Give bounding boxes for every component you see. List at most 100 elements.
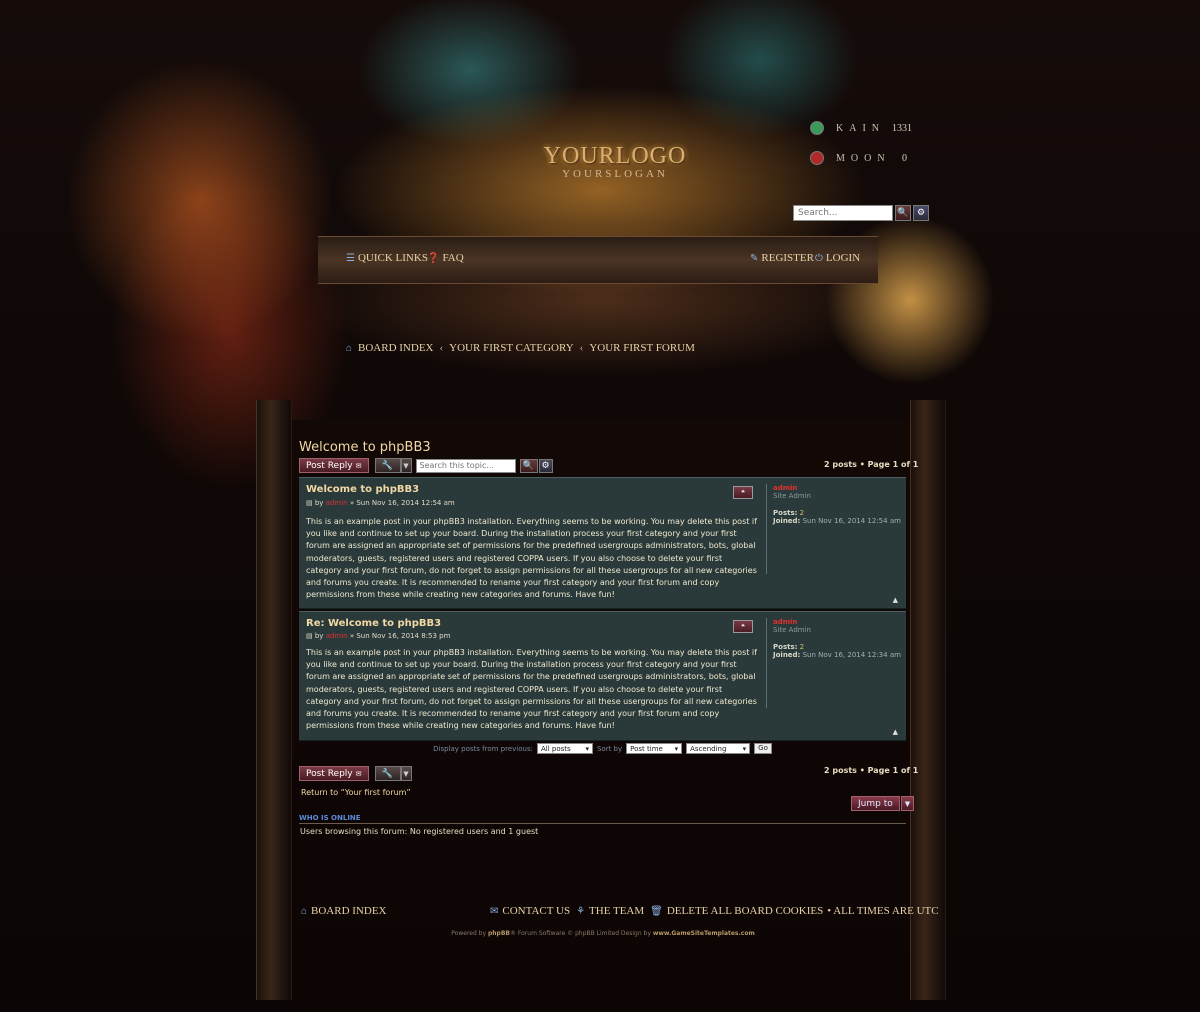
post-meta: ▤ by admin » Sun Nov 16, 2014 12:54 am xyxy=(306,499,455,507)
post-body: This is an example post in your phpBB3 i… xyxy=(306,648,757,731)
logo-slogan: YOURSLOGAN xyxy=(562,168,668,180)
server-status-kain: KAIN 1331 xyxy=(810,121,912,135)
server-name: MOON xyxy=(836,152,891,164)
server-offline-icon xyxy=(810,151,824,165)
reply-icon: ✉ xyxy=(355,769,362,778)
who-is-online-heading[interactable]: WHO IS ONLINE xyxy=(299,814,906,824)
breadcrumb: ⌂ BOARD INDEX ‹ YOUR FIRST CATEGORY ‹ YO… xyxy=(346,342,695,354)
post-profile: admin Site Admin Posts: 2 Joined: Sun No… xyxy=(766,484,901,574)
chevron-left-icon: ‹ xyxy=(579,342,584,354)
post-1: Welcome to phpBB3 ▤ by admin » Sun Nov 1… xyxy=(299,477,906,609)
gamesitetemplates-link[interactable]: www.GameSiteTemplates.com xyxy=(653,930,755,937)
post-icon: ▤ xyxy=(306,499,313,507)
trash-icon: 🗑 xyxy=(650,905,663,917)
footer-credits: Powered by phpBB® Forum Software © phpBB… xyxy=(451,930,755,937)
sort-by-select[interactable]: Post time ▾ xyxy=(626,743,683,754)
topic-title[interactable]: Welcome to phpBB3 xyxy=(299,440,431,455)
topic-tools-button[interactable]: 🔧 xyxy=(374,766,401,781)
magnifier-icon[interactable]: 🔍 xyxy=(519,458,538,473)
the-team-link[interactable]: THE TEAM xyxy=(589,905,644,917)
register-label: REGISTER xyxy=(761,252,814,264)
footer-board-index[interactable]: ⌂ BOARD INDEX xyxy=(301,905,387,917)
back-to-top-icon[interactable]: ▲ xyxy=(893,596,898,604)
quick-links-label: QUICK LINKS xyxy=(357,252,428,264)
post-body: This is an example post in your phpBB3 i… xyxy=(306,517,757,600)
team-icon: ⚘ xyxy=(576,905,586,917)
post-profile: admin Site Admin Posts: 2 Joined: Sun No… xyxy=(766,618,901,708)
power-icon: ⏻ xyxy=(815,252,823,264)
post-reply-button[interactable]: Post Reply ✉ xyxy=(299,766,369,781)
post-reply-button[interactable]: Post Reply ✉ xyxy=(299,458,369,473)
register-link[interactable]: ✎ REGISTER xyxy=(750,252,814,264)
site-logo[interactable]: YOURLOGO YOURSLOGAN xyxy=(540,143,690,180)
post-reply-label: Post Reply xyxy=(306,768,353,779)
action-bar-top: Post Reply ✉ 🔧 ▼ 🔍 ⚙ xyxy=(299,458,553,473)
return-to-forum-link[interactable]: Return to “Your first forum” xyxy=(301,788,411,797)
sort-by-label: Sort by xyxy=(596,744,623,753)
chevron-down-icon: ▼ xyxy=(900,796,915,811)
chevron-down-icon[interactable]: ▼ xyxy=(400,766,412,781)
reply-icon: ✉ xyxy=(355,461,362,470)
post-by: by xyxy=(314,632,324,640)
profile-joined: Joined: Sun Nov 16, 2014 12:34 am xyxy=(773,651,901,659)
header-search: 🔍 ⚙ xyxy=(793,205,929,221)
profile-joined: Joined: Sun Nov 16, 2014 12:54 am xyxy=(773,517,901,525)
delete-cookies-link[interactable]: DELETE ALL BOARD COOKIES xyxy=(667,905,823,917)
server-count: 1331 xyxy=(892,122,912,134)
post-reply-label: Post Reply xyxy=(306,460,353,471)
logo-text: YOURLOGO xyxy=(543,143,687,169)
who-is-online-text: Users browsing this forum: No registered… xyxy=(300,827,539,836)
search-input[interactable] xyxy=(793,205,893,221)
display-posts-select[interactable]: All posts ▾ xyxy=(536,743,593,754)
pagination-top: 2 posts • Page 1 of 1 xyxy=(824,460,919,469)
magnifier-icon[interactable]: 🔍 xyxy=(895,205,911,221)
server-online-icon xyxy=(810,121,824,135)
faq-label: FAQ xyxy=(442,252,464,264)
action-bar-bottom: Post Reply ✉ 🔧 ▼ xyxy=(299,766,412,781)
quote-button[interactable]: ❝ xyxy=(733,620,753,633)
gear-icon[interactable]: ⚙ xyxy=(538,458,553,473)
timezone-text: • ALL TIMES ARE UTC xyxy=(827,905,939,917)
post-title[interactable]: Welcome to phpBB3 xyxy=(306,484,419,495)
login-label: LOGIN xyxy=(825,252,861,264)
post-author[interactable]: admin xyxy=(326,632,348,640)
sort-order-select[interactable]: Ascending ▾ xyxy=(686,743,751,754)
topic-tools-button[interactable]: 🔧 xyxy=(374,458,401,473)
sort-options: Display posts from previous: All posts ▾ … xyxy=(299,743,906,754)
post-icon: ▤ xyxy=(306,632,313,640)
breadcrumb-category[interactable]: YOUR FIRST CATEGORY xyxy=(449,342,574,354)
jump-to-menu[interactable]: Jump to ▼ xyxy=(851,796,915,811)
sort-go-button[interactable]: Go xyxy=(754,743,772,754)
profile-username[interactable]: admin xyxy=(773,618,901,626)
profile-posts: Posts: 2 xyxy=(773,509,805,517)
topic-search-input[interactable] xyxy=(415,458,516,473)
hamburger-icon: ☰ xyxy=(346,252,355,264)
left-pillar xyxy=(256,400,292,1000)
gear-icon[interactable]: ⚙ xyxy=(913,205,929,221)
back-to-top-icon[interactable]: ▲ xyxy=(893,728,898,736)
server-count: 0 xyxy=(902,152,907,164)
faq-link[interactable]: ❓ FAQ xyxy=(427,252,464,264)
pencil-icon: ✎ xyxy=(750,252,759,264)
quick-links-menu[interactable]: ☰ QUICK LINKS xyxy=(346,252,428,264)
post-title[interactable]: Re: Welcome to phpBB3 xyxy=(306,618,441,629)
post-by: by xyxy=(314,499,324,507)
profile-username[interactable]: admin xyxy=(773,484,901,492)
post-author[interactable]: admin xyxy=(326,499,348,507)
post-date: » Sun Nov 16, 2014 8:53 pm xyxy=(349,632,451,640)
phpbb-link[interactable]: phpBB xyxy=(488,930,510,937)
contact-us-link[interactable]: CONTACT US xyxy=(502,905,570,917)
chevron-left-icon: ‹ xyxy=(439,342,444,354)
chevron-down-icon[interactable]: ▼ xyxy=(400,458,412,473)
question-icon: ❓ xyxy=(427,252,440,264)
quote-button[interactable]: ❝ xyxy=(733,486,753,499)
post-meta: ▤ by admin » Sun Nov 16, 2014 8:53 pm xyxy=(306,632,450,640)
envelope-icon: ✉ xyxy=(490,905,499,917)
jump-to-label: Jump to xyxy=(851,796,900,811)
login-link[interactable]: ⏻ LOGIN xyxy=(815,252,860,264)
breadcrumb-forum[interactable]: YOUR FIRST FORUM xyxy=(589,342,695,354)
profile-posts: Posts: 2 xyxy=(773,643,805,651)
footer-links: ✉ CONTACT US ⚘ THE TEAM 🗑 DELETE ALL BOA… xyxy=(490,905,939,917)
server-name: KAIN xyxy=(836,122,885,134)
breadcrumb-board-index[interactable]: BOARD INDEX xyxy=(358,342,433,354)
